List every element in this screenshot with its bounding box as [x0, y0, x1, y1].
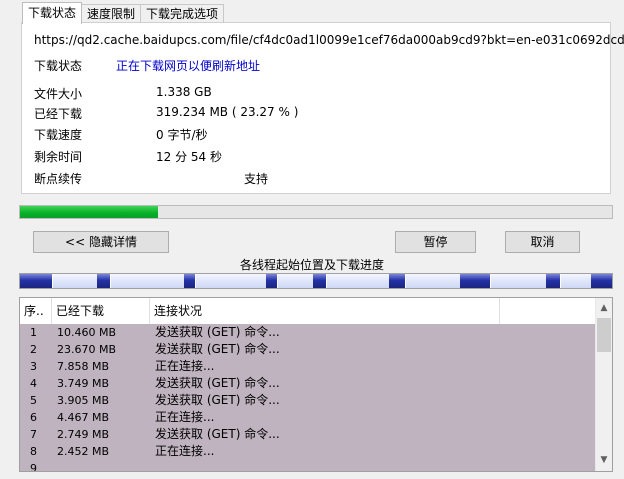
row-index: 2 [30, 343, 37, 356]
thread-segment-remaining [560, 274, 592, 288]
thread-segment-remaining [195, 274, 267, 288]
cancel-button[interactable]: 取消 [505, 231, 580, 253]
remaining-label: 剩余时间 [34, 150, 83, 164]
row-index: 7 [30, 428, 37, 441]
chevron-up-icon[interactable]: ▲ [596, 300, 612, 317]
row-status: 发送获取 (GET) 命令... [155, 342, 280, 356]
tab-label: 速度限制 [87, 7, 136, 21]
thread-segment-done [591, 274, 612, 288]
scrollbar-thumb[interactable] [597, 318, 611, 352]
download-url: https://qd2.cache.baidupcs.com/file/cf4d… [34, 33, 624, 47]
row-index: 9 [30, 462, 37, 472]
row-downloaded: 7.858 MB [57, 360, 110, 373]
thread-segment-remaining [490, 274, 547, 288]
row-downloaded: 10.460 MB [57, 326, 117, 339]
thread-segment-done [313, 274, 326, 288]
status-panel: https://qd2.cache.baidupcs.com/file/cf4d… [21, 22, 624, 194]
remaining-value: 12 分 54 秒 [156, 150, 222, 164]
column-header-connection[interactable]: 连接状况 [150, 298, 500, 324]
row-status: 发送获取 (GET) 命令... [155, 393, 280, 407]
row-downloaded: 3.749 MB [57, 377, 110, 390]
row-index: 5 [30, 394, 37, 407]
list-header: 序.. 已经下载 连接状况 [20, 298, 596, 324]
column-header-downloaded[interactable]: 已经下载 [52, 298, 150, 324]
tab-speed-limit[interactable]: 速度限制 [81, 4, 142, 22]
thread-segment-remaining [52, 274, 98, 288]
tab-download-status[interactable]: 下载状态 [22, 2, 83, 24]
speed-label: 下载速度 [34, 128, 83, 142]
resume-value: 支持 [244, 172, 269, 186]
download-progress-bar [19, 205, 613, 219]
downloaded-label: 已经下载 [34, 107, 83, 121]
table-row[interactable]: 7 2.749 MB 发送获取 (GET) 命令... [20, 426, 596, 443]
row-index: 8 [30, 445, 37, 458]
thread-segment-done [546, 274, 560, 288]
row-status: 发送获取 (GET) 命令... [155, 376, 280, 390]
threads-title: 各线程起始位置及下载进度 [239, 258, 384, 272]
list-scrollbar[interactable]: ▲ ▼ [595, 298, 612, 471]
thread-segment-done [460, 274, 490, 288]
status-label: 下载状态 [34, 59, 83, 73]
thread-segment-remaining [110, 274, 185, 288]
thread-progress-bar [19, 273, 613, 289]
row-status: 正在连接... [155, 444, 215, 458]
thread-segment-done [184, 274, 195, 288]
column-header-index[interactable]: 序.. [20, 298, 52, 324]
thread-segment-done [20, 274, 52, 288]
table-row[interactable]: 9 [20, 460, 596, 472]
pause-button[interactable]: 暂停 [395, 231, 476, 253]
row-status: 正在连接... [155, 359, 215, 373]
file-size-label: 文件大小 [34, 87, 83, 101]
table-row[interactable]: 5 3.905 MB 发送获取 (GET) 命令... [20, 392, 596, 409]
thread-list[interactable]: 序.. 已经下载 连接状况 1 10.460 MB 发送获取 (GET) 命令...… [19, 297, 613, 472]
thread-segment-done [97, 274, 110, 288]
table-row[interactable]: 1 10.460 MB 发送获取 (GET) 命令... [20, 324, 596, 341]
row-status: 发送获取 (GET) 命令... [155, 427, 280, 441]
thread-segment-done [266, 274, 277, 288]
row-index: 6 [30, 411, 37, 424]
thread-segment-remaining [405, 274, 461, 288]
table-row[interactable]: 8 2.452 MB 正在连接... [20, 443, 596, 460]
row-index: 4 [30, 377, 37, 390]
table-row[interactable]: 3 7.858 MB 正在连接... [20, 358, 596, 375]
resume-label: 断点续传 [34, 172, 83, 186]
downloaded-value: 319.234 MB ( 23.27 % ) [156, 105, 299, 119]
row-status: 正在连接... [155, 410, 215, 424]
status-value: 正在下载网页以便刷新地址 [116, 59, 261, 73]
speed-value: 0 字节/秒 [156, 128, 208, 142]
thread-segment-done [389, 274, 405, 288]
row-index: 1 [30, 326, 37, 339]
progress-fill [20, 206, 158, 218]
chevron-down-icon[interactable]: ▼ [596, 452, 612, 469]
row-downloaded: 23.670 MB [57, 343, 117, 356]
row-downloaded: 4.467 MB [57, 411, 110, 424]
list-rows: 1 10.460 MB 发送获取 (GET) 命令... 2 23.670 MB 发送获… [20, 324, 596, 472]
tab-completion-options[interactable]: 下载完成选项 [140, 4, 225, 22]
table-row[interactable]: 6 4.467 MB 正在连接... [20, 409, 596, 426]
row-downloaded: 3.905 MB [57, 394, 110, 407]
file-size-value: 1.338 GB [156, 85, 212, 99]
row-downloaded: 2.749 MB [57, 428, 110, 441]
thread-segment-remaining [326, 274, 390, 288]
thread-segment-remaining [277, 274, 314, 288]
table-row[interactable]: 2 23.670 MB 发送获取 (GET) 命令... [20, 341, 596, 358]
row-index: 3 [30, 360, 37, 373]
row-downloaded: 2.452 MB [57, 445, 110, 458]
row-status: 发送获取 (GET) 命令... [155, 325, 280, 339]
hide-details-button[interactable]: << 隐藏详情 [33, 231, 169, 253]
tab-label: 下载状态 [28, 6, 77, 20]
table-row[interactable]: 4 3.749 MB 发送获取 (GET) 命令... [20, 375, 596, 392]
tab-label: 下载完成选项 [146, 7, 219, 21]
